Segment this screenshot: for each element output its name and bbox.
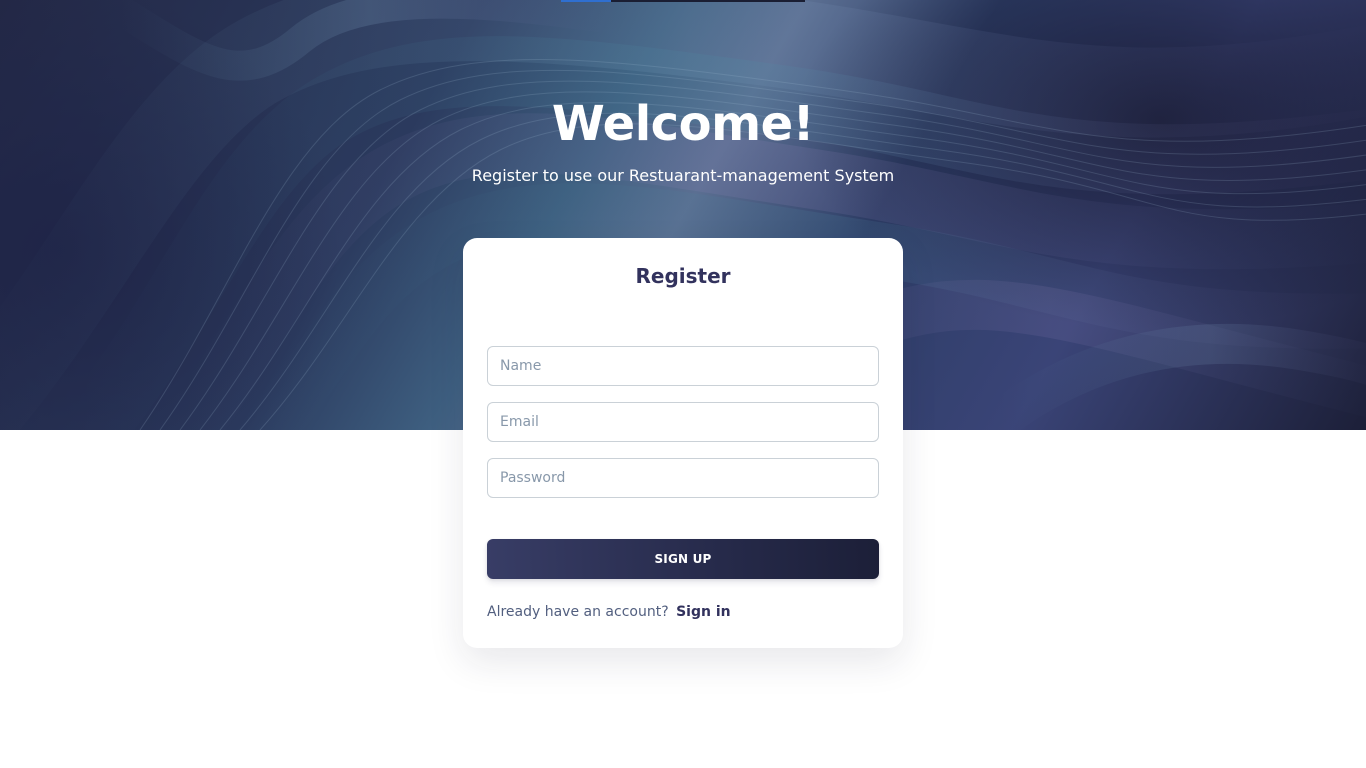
hero-subtitle: Register to use our Restuarant-managemen… xyxy=(471,166,895,185)
password-input[interactable] xyxy=(487,458,879,498)
register-card: Register SIGN UP Already have an account… xyxy=(463,238,903,648)
top-progress-strip xyxy=(561,0,805,2)
hero-title: Welcome! xyxy=(551,96,815,152)
sign-in-link[interactable]: Sign in xyxy=(676,604,731,620)
name-input[interactable] xyxy=(487,346,879,386)
sign-in-prompt-text: Already have an account? xyxy=(487,604,669,620)
top-progress-accent xyxy=(561,0,611,2)
register-card-title: Register xyxy=(635,264,731,288)
email-input[interactable] xyxy=(487,402,879,442)
sign-in-prompt-row: Already have an account? Sign in xyxy=(487,604,731,620)
sign-up-button[interactable]: SIGN UP xyxy=(487,539,879,579)
